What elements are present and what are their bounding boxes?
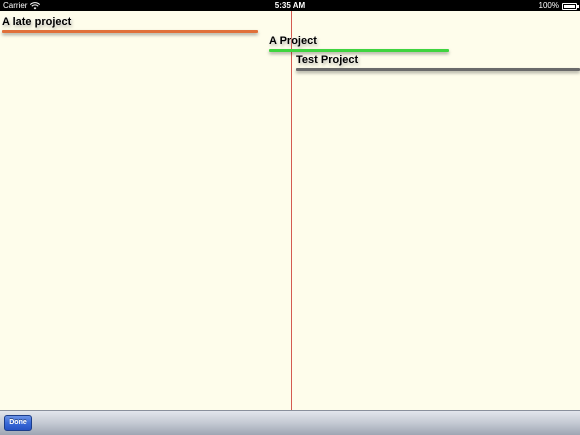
today-marker-line — [291, 11, 292, 410]
status-bar: Carrier 5:35 AM 100% — [0, 0, 580, 11]
project-label: A Project — [269, 35, 317, 47]
status-battery-group: 100% — [538, 0, 579, 11]
status-time: 5:35 AM — [274, 1, 306, 10]
project-row[interactable]: Test Project — [295, 51, 580, 75]
bottom-toolbar: Done — [0, 410, 580, 435]
timeline-canvas[interactable]: A late project A Project Test Project — [0, 11, 580, 410]
project-label: Test Project — [296, 54, 359, 66]
battery-percent: 100% — [538, 1, 559, 10]
app-screen: Carrier 5:35 AM 100% A late project A Pr… — [0, 0, 580, 435]
battery-fill — [564, 4, 575, 8]
project-bar — [2, 30, 258, 33]
project-label: A late project — [2, 16, 72, 28]
project-row[interactable]: A late project — [0, 11, 260, 35]
battery-icon — [562, 2, 579, 10]
project-bar — [296, 68, 580, 71]
done-button[interactable]: Done — [4, 415, 32, 431]
